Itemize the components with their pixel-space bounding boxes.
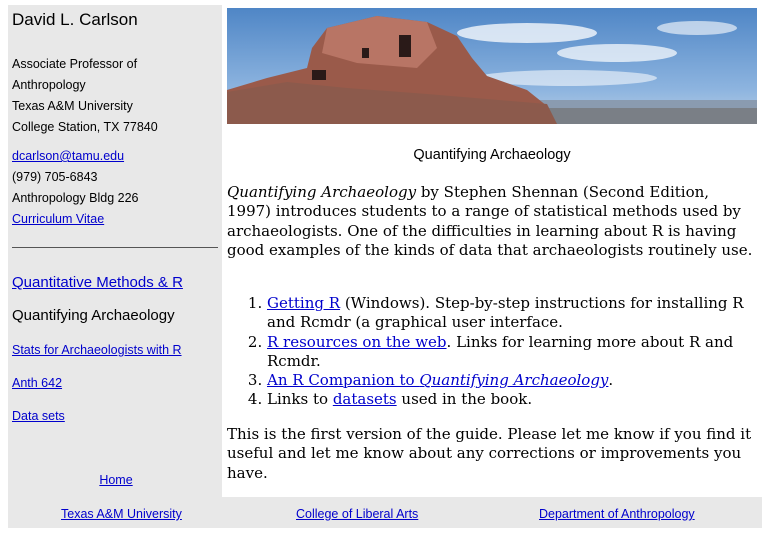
nav-stats-for-archaeologists[interactable]: Stats for Archaeologists with R	[12, 343, 182, 357]
main-content: Quantifying Archaeology Quantifying Arch…	[222, 5, 762, 497]
author-name: David L. Carlson	[12, 10, 138, 29]
list-item: Getting R (Windows). Step-by-step instru…	[267, 294, 757, 333]
title-line-1: Associate Professor of	[12, 57, 138, 71]
email-link[interactable]: dcarlson@tamu.edu	[12, 149, 124, 163]
r-resources-link[interactable]: R resources on the web	[267, 333, 447, 351]
list-item: An R Companion to Quantifying Archaeolog…	[267, 371, 757, 390]
nav-data-sets[interactable]: Data sets	[12, 409, 65, 423]
nav-current-page: Quantifying Archaeology	[12, 307, 175, 324]
university: Texas A&M University	[12, 99, 133, 113]
getting-r-link[interactable]: Getting R	[267, 294, 340, 312]
title-line-2: Anthropology	[12, 78, 86, 92]
city: College Station, TX 77840	[12, 120, 158, 134]
list-item-text: Links to	[267, 390, 333, 409]
link-title: Quantifying Archaeology	[419, 371, 609, 390]
banner-photo	[227, 8, 757, 124]
list-item: R resources on the web. Links for learni…	[267, 333, 757, 372]
list-item: Links to datasets used in the book.	[267, 390, 757, 409]
intro-paragraph: Quantifying Archaeology by Stephen Shenn…	[227, 183, 757, 260]
list-item-text: used in the book.	[396, 390, 533, 409]
r-companion-link[interactable]: An R Companion to Quantifying Archaeolog…	[267, 371, 608, 389]
footer: Texas A&M University College of Liberal …	[8, 497, 762, 528]
footer-tamu-link[interactable]: Texas A&M University	[61, 507, 182, 521]
cv-link[interactable]: Curriculum Vitae	[12, 212, 104, 226]
home-link[interactable]: Home	[99, 473, 132, 487]
footer-liberal-arts-link[interactable]: College of Liberal Arts	[296, 507, 418, 521]
phone: (979) 705-6843	[12, 170, 98, 184]
sidebar-divider	[12, 247, 218, 248]
closing-paragraph: This is the first version of the guide. …	[227, 425, 752, 482]
datasets-link[interactable]: datasets	[333, 390, 397, 408]
office: Anthropology Bldg 226	[12, 191, 139, 205]
guide-list: Getting R (Windows). Step-by-step instru…	[227, 294, 757, 410]
nav-quantitative-methods[interactable]: Quantitative Methods & R	[12, 274, 183, 291]
nav-anth-642[interactable]: Anth 642	[12, 376, 62, 390]
link-text: An R Companion to	[267, 371, 420, 390]
page-subtitle: Quantifying Archaeology	[413, 147, 571, 163]
list-item-text: .	[608, 371, 614, 390]
book-title: Quantifying Archaeology	[227, 183, 417, 201]
sidebar: David L. Carlson Associate Professor of …	[8, 5, 222, 497]
footer-anthropology-link[interactable]: Department of Anthropology	[539, 507, 695, 521]
